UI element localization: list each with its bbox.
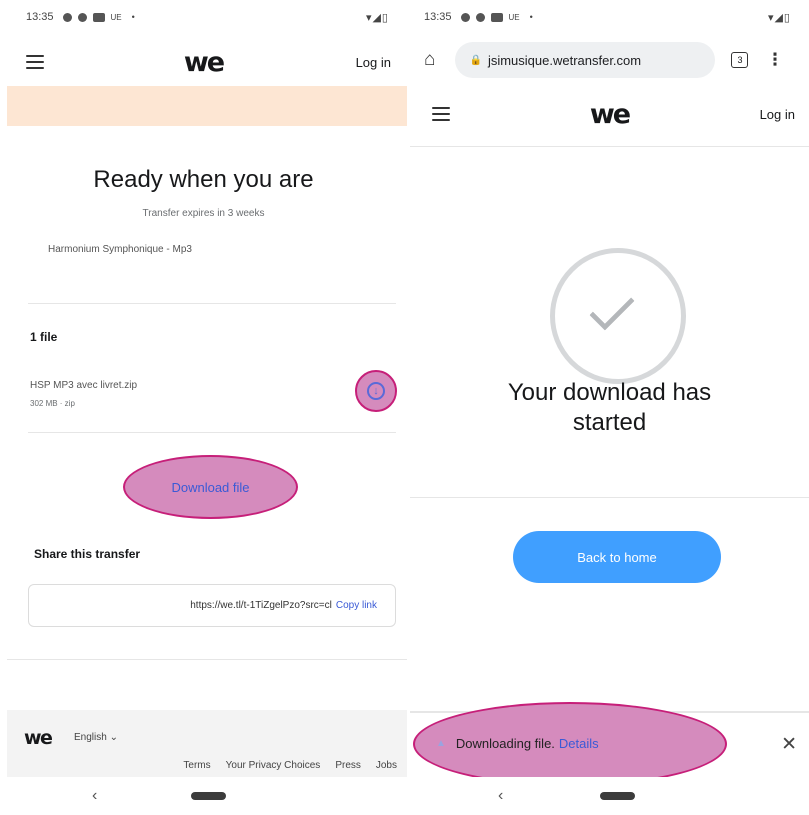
divider [410,146,809,147]
login-link[interactable]: Log in [760,107,795,122]
divider [410,497,809,498]
message-line-1: Your download has [507,379,712,406]
hamburger-icon[interactable] [432,107,450,121]
hamburger-icon[interactable] [26,55,44,69]
url-text: jsimusique.wetransfer.com [487,52,642,68]
left-screen: 13:35 UE • ▾◢▯ we Log in Ready when you … [0,0,407,815]
share-url[interactable]: https://we.tl/t-1TiZgelPzo?src=cl [99,600,332,611]
site-header: we Log in [410,88,809,140]
download-file-button[interactable]: ↓ [355,370,397,412]
right-screen: 13:35 UE • ▾◢▯ ⌂ 🔒 jsimusique.wetransfer… [410,0,809,815]
share-link-box: https://we.tl/t-1TiZgelPzo?src=cl Copy l… [28,584,396,627]
chevron-down-icon: ⌄ [109,732,118,743]
home-pill[interactable] [600,792,635,800]
status-carrier: UE [110,12,122,22]
download-button[interactable]: Download file [123,455,298,519]
language-selector[interactable]: English ⌄ [74,732,118,743]
back-to-home-button[interactable]: Back to home [513,531,721,583]
footer-link-jobs[interactable]: Jobs [376,760,397,771]
footer-logo[interactable]: we [24,727,53,749]
notification-icons [460,12,503,22]
android-nav-bar: ‹ [0,777,407,815]
back-icon[interactable]: ‹ [498,787,503,805]
message-line-2: started [572,409,647,436]
more-vert-icon[interactable]: ⋮ [766,50,783,70]
download-started-message: Your download has started [410,378,809,438]
address-bar[interactable]: 🔒 jsimusique.wetransfer.com [455,42,716,78]
download-status: ▲ Downloading file. Details [436,736,599,751]
status-time: 13:35 [424,11,452,23]
file-name: HSP MP3 avec livret.zip [30,380,138,391]
android-nav-bar: ‹ [410,777,809,815]
signal-battery-icon: ▾◢▯ [767,11,791,24]
lock-icon: 🔒 [469,54,482,66]
home-icon[interactable]: ⌂ [424,49,435,71]
check-icon [589,285,635,331]
status-dot: • [131,12,135,22]
home-pill[interactable] [191,792,226,800]
login-link[interactable]: Log in [356,55,391,70]
notification-icons [62,12,105,22]
footer-link-press[interactable]: Press [335,760,361,771]
share-heading: Share this transfer [34,547,141,561]
close-icon[interactable]: ✕ [781,733,797,756]
back-icon[interactable]: ‹ [92,787,97,805]
divider [28,432,396,433]
download-progress-icon: ▲ [436,738,446,749]
site-header: we Log in [0,36,407,88]
footer-link-terms[interactable]: Terms [183,760,210,771]
page-title: Ready when you are [93,166,314,193]
footer-links: Terms Your Privacy Choices Press Jobs [183,760,397,771]
file-count: 1 file [30,330,58,344]
status-dot: • [529,12,533,22]
signal-battery-icon: ▾◢▯ [365,11,389,24]
wetransfer-logo[interactable]: we [184,47,225,78]
transfer-name: Harmonium Symphonique - Mp3 [48,244,192,255]
download-arrow-icon: ↓ [367,382,385,400]
file-meta: 302 MB · zip [30,399,75,408]
browser-toolbar: ⌂ 🔒 jsimusique.wetransfer.com 3 ⋮ [410,36,809,84]
download-status-text: Downloading file. [455,736,555,751]
status-bar: 13:35 UE • ▾◢▯ [410,0,809,34]
copy-link-button[interactable]: Copy link [336,600,377,611]
promo-banner [7,86,407,126]
divider [7,659,407,660]
footer-link-privacy[interactable]: Your Privacy Choices [226,760,321,771]
site-footer: we English ⌄ Terms Your Privacy Choices … [7,710,407,780]
divider [28,303,396,304]
language-label: English [74,732,107,743]
wetransfer-logo[interactable]: we [590,99,631,130]
status-time: 13:35 [26,11,54,23]
success-circle [550,248,686,384]
status-carrier: UE [508,12,520,22]
status-bar: 13:35 UE • ▾◢▯ [0,0,407,34]
expiry-text: Transfer expires in 3 weeks [142,208,265,219]
download-details-link[interactable]: Details [559,736,599,751]
tabs-icon[interactable]: 3 [731,52,749,68]
